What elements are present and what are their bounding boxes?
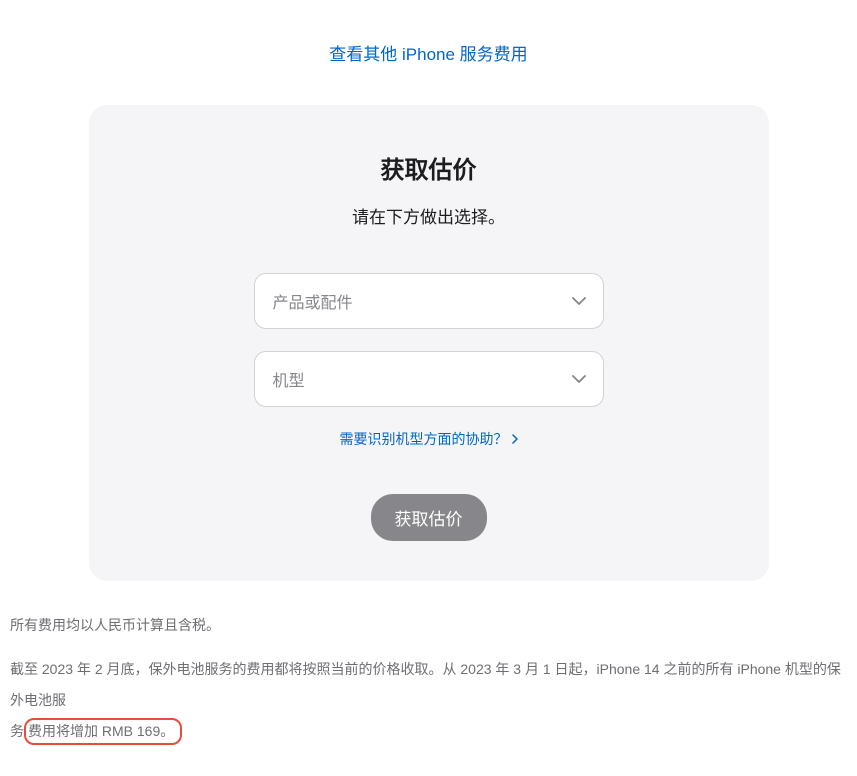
notice-part2-prefix: 务 <box>10 723 24 739</box>
get-estimate-button[interactable]: 获取估价 <box>371 494 487 541</box>
help-link-container: 需要识别机型方面的协助？ <box>149 429 709 449</box>
help-link-label: 需要识别机型方面的协助？ <box>340 429 508 449</box>
card-title: 获取估价 <box>149 150 709 185</box>
model-select[interactable]: 机型 <box>254 351 604 407</box>
card-subtitle: 请在下方做出选择。 <box>149 203 709 228</box>
top-link-container: 查看其他 iPhone 服务费用 <box>10 40 847 65</box>
estimate-card: 获取估价 请在下方做出选择。 产品或配件 机型 需要识别机型方面的协助？ <box>89 105 769 581</box>
model-select-wrapper: 机型 <box>254 351 604 407</box>
highlighted-text: 费用将增加 RMB 169。 <box>24 718 182 746</box>
tax-note: 所有费用均以人民币计算且含税。 <box>10 611 847 639</box>
other-services-link[interactable]: 查看其他 iPhone 服务费用 <box>329 45 527 64</box>
product-select-wrapper: 产品或配件 <box>254 273 604 329</box>
notice-part1: 截至 2023 年 2 月底，保外电池服务的费用都将按照当前的价格收取。从 20… <box>10 661 841 708</box>
chevron-right-icon <box>512 431 518 447</box>
product-select[interactable]: 产品或配件 <box>254 273 604 329</box>
identify-model-link[interactable]: 需要识别机型方面的协助？ <box>340 429 518 449</box>
price-notice: 截至 2023 年 2 月底，保外电池服务的费用都将按照当前的价格收取。从 20… <box>10 654 847 746</box>
